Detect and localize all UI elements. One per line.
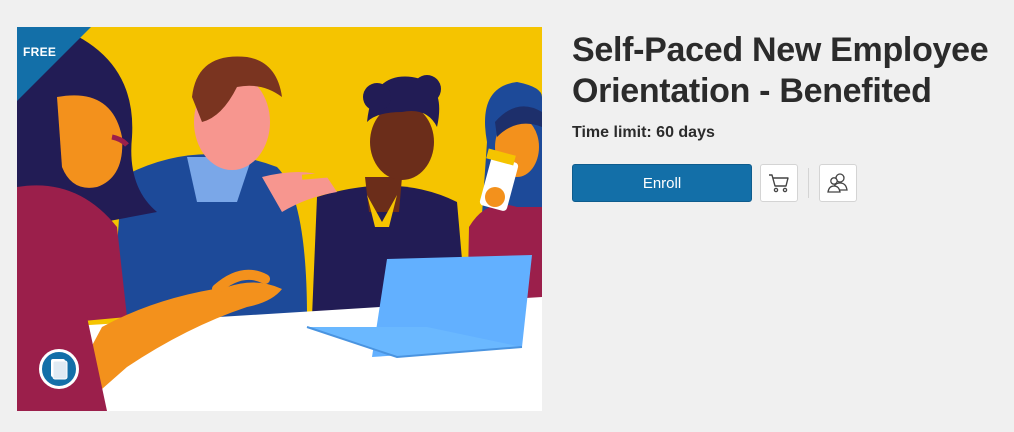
users-icon (827, 173, 848, 193)
book-icon (51, 359, 68, 380)
free-ribbon (17, 27, 91, 101)
enroll-button[interactable]: Enroll (572, 164, 752, 202)
course-details: Self-Paced New Employee Orientation - Be… (572, 30, 1002, 142)
add-to-cart-button[interactable] (760, 164, 798, 202)
action-divider (808, 168, 809, 198)
course-actions: Enroll (572, 164, 857, 202)
course-image: FREE (17, 27, 542, 411)
course-title: Self-Paced New Employee Orientation - Be… (572, 31, 989, 110)
group-enroll-button[interactable] (819, 164, 857, 202)
time-limit: Time limit: 60 days (572, 124, 715, 141)
shopping-cart-icon (769, 174, 789, 193)
meeting-illustration (17, 27, 542, 411)
course-type-badge (39, 349, 79, 389)
price-badge: FREE (23, 45, 57, 59)
